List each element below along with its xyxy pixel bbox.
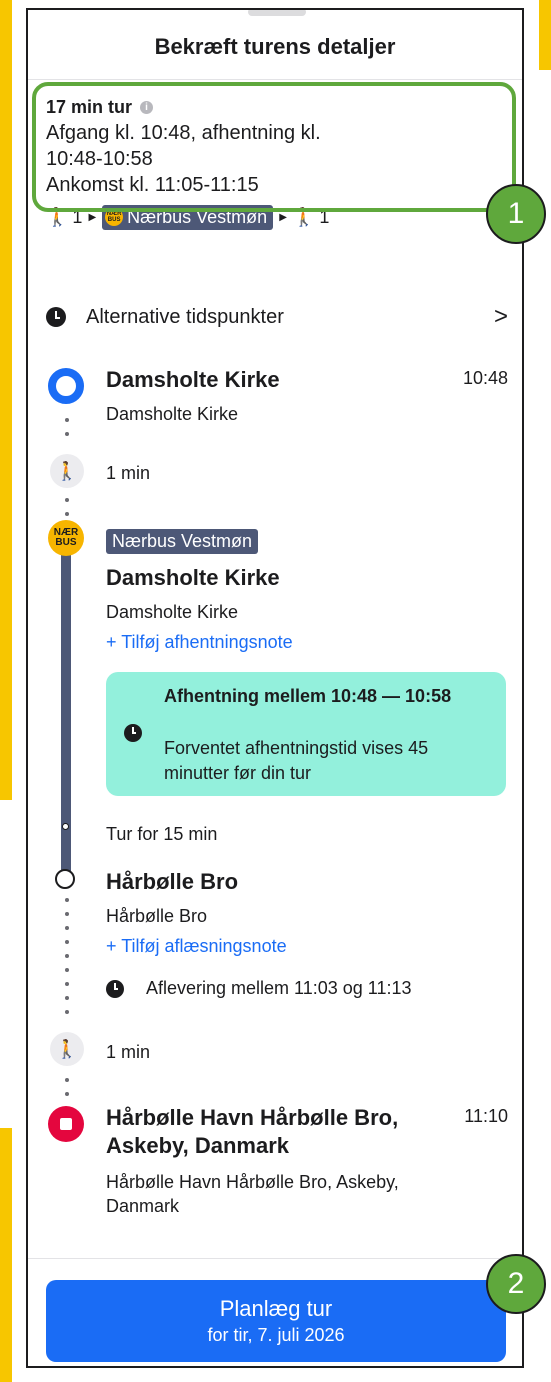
sheet-header: Bekræft turens detaljer <box>28 10 522 80</box>
add-pickup-note-link[interactable]: + Tilføj afhentningsnote <box>106 632 293 653</box>
trip-details-sheet: Bekræft turens detaljer 17 min tur i Afg… <box>26 8 524 1368</box>
path-dot <box>65 912 69 916</box>
plan-trip-label: Planlæg tur <box>219 1296 333 1321</box>
dropoff-stop-icon <box>55 869 75 889</box>
clock-icon <box>46 307 66 327</box>
origin-stop-icon <box>48 368 84 404</box>
path-dot <box>65 898 69 902</box>
alternative-times-label: Alternative tidspunkter <box>86 305 284 328</box>
notice-title: Afhentning mellem 10:48 — 10:58 <box>164 686 452 706</box>
path-dot <box>65 1078 69 1082</box>
trip-summary: 17 min tur i Afgang kl. 10:48, afhentnin… <box>46 94 516 232</box>
walk-duration: 1 min <box>106 463 151 483</box>
walk-icon: 🚶 <box>292 206 316 227</box>
info-icon[interactable]: i <box>140 100 154 114</box>
arrival-text: Ankomst kl. 11:05-11:15 <box>46 174 259 196</box>
alternative-times-row[interactable]: Alternative tidspunkter > <box>46 296 508 338</box>
walk-leg-count: 1 <box>319 206 330 227</box>
naerbus-logo-text: BUS <box>55 537 77 548</box>
line-chip-label: Nærbus Vestmøn <box>127 206 268 227</box>
line-chip: Nærbus Vestmøn <box>106 529 259 554</box>
trip-legs: 🚶 1 ▶ NÆR BUS Nærbus Vestmøn ▶ 🚶 1 <box>46 202 516 232</box>
page-title: Bekræft turens detaljer <box>154 33 396 59</box>
plan-trip-button[interactable]: Planlæg tur for tir, 7. juli 2026 <box>46 1280 506 1362</box>
path-dot <box>65 512 69 516</box>
background-accent-bar <box>539 0 551 70</box>
naerbus-logo-icon: NÆR BUS <box>105 208 124 226</box>
path-dot <box>65 996 69 1000</box>
path-dot <box>65 432 69 436</box>
line-chip: NÆR BUS Nærbus Vestmøn <box>102 204 274 230</box>
bus-midpoint-dot <box>62 823 69 830</box>
dropoff-stop-subtitle: Hårbølle Bro <box>106 906 208 926</box>
path-dot <box>65 982 69 986</box>
path-dot <box>65 418 69 422</box>
annotation-marker-2: 2 <box>486 1254 546 1314</box>
chevron-right-icon: > <box>493 303 508 330</box>
background-accent-bar <box>0 1128 12 1382</box>
departure-text: Afgang kl. 10:48, afhentning kl. <box>46 122 321 144</box>
pickup-stop-subtitle: Damsholte Kirke <box>106 602 239 622</box>
clock-icon <box>106 979 124 998</box>
footer-divider <box>28 1258 522 1259</box>
path-dot <box>65 954 69 958</box>
trip-duration: 17 min tur i <box>46 94 516 120</box>
walk-icon: 🚶 <box>50 1032 84 1066</box>
walk-duration: 1 min <box>106 1042 151 1062</box>
origin-stop-subtitle: Damsholte Kirke <box>106 404 239 424</box>
pickup-window-notice: Afhentning mellem 10:48 — 10:58 Forvente… <box>106 672 506 796</box>
path-dot <box>65 498 69 502</box>
plan-trip-date: for tir, 7. juli 2026 <box>207 1325 345 1345</box>
naerbus-logo-icon: NÆR BUS <box>48 520 84 556</box>
destination-subtitle: Hårbølle Havn Hårbølle Bro, Askeby, Danm… <box>106 1172 399 1216</box>
path-dot <box>65 926 69 930</box>
walk-icon: 🚶 <box>46 206 69 227</box>
path-dot <box>65 1092 69 1096</box>
annotation-marker-1: 1 <box>486 184 546 244</box>
ride-duration: Tur for 15 min <box>106 824 218 844</box>
background-accent-bar <box>0 0 12 800</box>
dropoff-stop-title: Hårbølle Bro <box>106 869 239 894</box>
pickup-stop-title: Damsholte Kirke <box>106 565 280 590</box>
path-dot <box>65 940 69 944</box>
destination-title: Hårbølle Havn Hårbølle Bro, Askeby, Danm… <box>106 1105 399 1158</box>
notice-body: Forventet afhentningstid vises 45 minutt… <box>164 738 429 783</box>
trip-duration-label: 17 min tur <box>46 96 133 117</box>
dropoff-window-row: Aflevering mellem 11:03 og 11:13 <box>106 978 412 999</box>
chevron-right-icon: ▶ <box>88 211 97 223</box>
walk-leg-count: 1 <box>72 206 83 227</box>
dropoff-window-label: Aflevering mellem 11:03 og 11:13 <box>146 978 412 998</box>
path-dot <box>65 968 69 972</box>
origin-stop-title: Damsholte Kirke <box>106 367 280 392</box>
clock-icon <box>124 724 142 742</box>
walk-icon: 🚶 <box>50 454 84 488</box>
destination-stop-icon <box>48 1106 84 1142</box>
chevron-right-icon: ▶ <box>279 211 287 223</box>
destination-time: 11:10 <box>464 1106 508 1126</box>
origin-time: 10:48 <box>462 368 508 388</box>
path-dot <box>65 1010 69 1014</box>
add-dropoff-note-link[interactable]: + Tilføj aflæsningsnote <box>106 936 287 957</box>
pickup-window-text: 10:48-10:58 <box>46 148 153 170</box>
